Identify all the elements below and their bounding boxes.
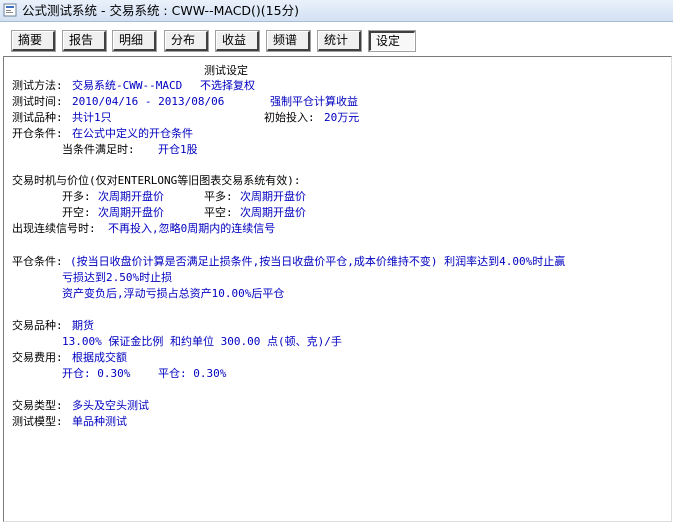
invest-value: 20万元 xyxy=(324,111,360,124)
settings-heading: 测试设定 xyxy=(204,64,248,77)
open-cond-value: 在公式中定义的开仓条件 xyxy=(72,127,193,140)
tab-detail[interactable]: 明细 xyxy=(112,30,157,52)
tab-summary[interactable]: 摘要 xyxy=(11,30,56,52)
settings-panel: 测试设定 测试方法: 交易系统-CWW--MACD 不选择复权 测试时间: 20… xyxy=(3,56,672,522)
close-cond-line1: (按当日收盘价计算是否满足止损条件,按当日收盘价平仓,成本价维持不变) 利润率达… xyxy=(70,255,566,268)
close-long-value: 次周期开盘价 xyxy=(240,190,306,203)
tab-bar: 摘要 报告 明细 分布 收益 频谱 统计 设定 xyxy=(0,22,673,56)
app-icon xyxy=(3,3,17,17)
when-value: 开仓1股 xyxy=(158,143,198,156)
fee-close: 平仓: 0.30% xyxy=(158,367,227,380)
margin-value: 13.00% 保证金比例 和约单位 300.00 点(顿、克)/手 xyxy=(62,335,342,348)
close-short-value: 次周期开盘价 xyxy=(240,206,306,219)
fee-open: 开仓: 0.30% xyxy=(62,367,131,380)
time-extra: 强制平仓计算收益 xyxy=(270,95,358,108)
model-label: 测试模型: xyxy=(12,415,63,428)
open-short-label: 开空: xyxy=(62,206,91,219)
close-cond-label: 平仓条件: xyxy=(12,255,63,268)
tab-spectrum[interactable]: 频谱 xyxy=(266,30,311,52)
window-title: 公式测试系统 - 交易系统 : CWW--MACD()(15分) xyxy=(22,3,299,18)
open-long-value: 次周期开盘价 xyxy=(98,190,164,203)
type-value: 多头及空头测试 xyxy=(72,399,149,412)
method-label: 测试方法: xyxy=(12,79,63,92)
time-label: 测试时间: xyxy=(12,95,63,108)
consec-value: 不再投入,忽略0周期内的连续信号 xyxy=(108,222,276,235)
model-value: 单品种测试 xyxy=(72,415,127,428)
open-short-value: 次周期开盘价 xyxy=(98,206,164,219)
tab-distribution[interactable]: 分布 xyxy=(164,30,209,52)
title-bar: 公式测试系统 - 交易系统 : CWW--MACD()(15分) xyxy=(0,0,673,22)
symbols-label: 测试品种: xyxy=(12,111,63,124)
fee-value: 根据成交额 xyxy=(72,351,127,364)
timing-label: 交易时机与价位(仅对ENTERLONG等旧图表交易系统有效): xyxy=(12,174,301,187)
open-cond-label: 开仓条件: xyxy=(12,127,63,140)
invest-label: 初始投入: xyxy=(264,111,315,124)
time-value: 2010/04/16 - 2013/08/06 xyxy=(72,95,225,108)
method-value: 交易系统-CWW--MACD xyxy=(72,79,183,92)
tab-statistics[interactable]: 统计 xyxy=(317,30,362,52)
consec-label: 出现连续信号时: xyxy=(12,222,96,235)
method-extra: 不选择复权 xyxy=(200,79,255,92)
tab-profit[interactable]: 收益 xyxy=(215,30,260,52)
tab-settings[interactable]: 设定 xyxy=(368,30,416,52)
close-long-label: 平多: xyxy=(204,190,233,203)
type-label: 交易类型: xyxy=(12,399,63,412)
variety-value: 期货 xyxy=(72,319,94,332)
close-short-label: 平空: xyxy=(204,206,233,219)
when-label: 当条件满足时: xyxy=(62,143,135,156)
symbols-value: 共计1只 xyxy=(72,111,112,124)
fee-label: 交易费用: xyxy=(12,351,63,364)
close-cond-line2: 亏损达到2.50%时止损 xyxy=(62,271,173,284)
open-long-label: 开多: xyxy=(62,190,91,203)
tab-report[interactable]: 报告 xyxy=(62,30,107,52)
close-cond-line3: 资产变负后,浮动亏损占总资产10.00%后平仓 xyxy=(62,287,285,300)
variety-label: 交易品种: xyxy=(12,319,63,332)
